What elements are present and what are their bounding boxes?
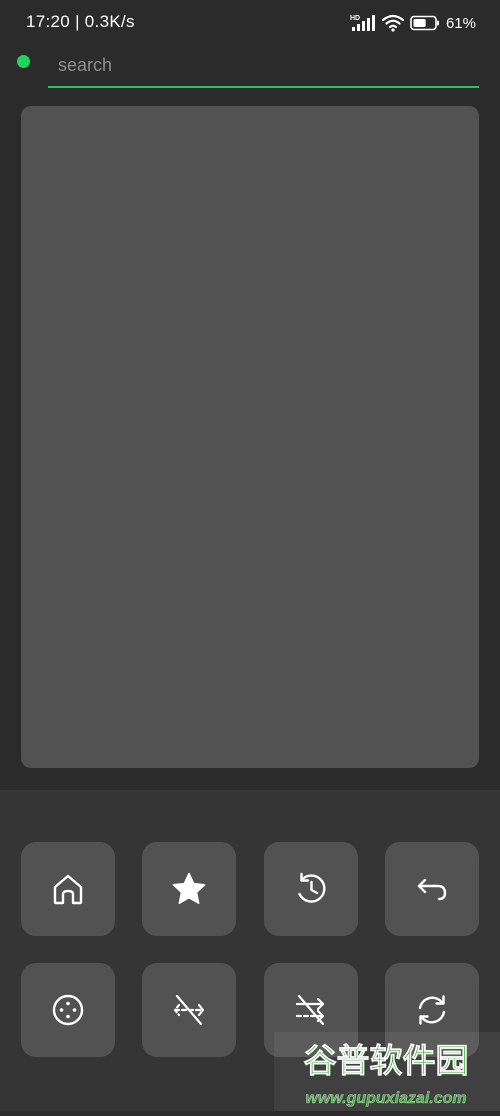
watermark-url: www.gupuxiazai.com <box>305 1090 466 1107</box>
back-arrow-icon <box>417 878 447 901</box>
dots-menu-icon <box>52 994 84 1026</box>
history-icon <box>297 872 326 903</box>
status-time-speed: 17:20 | 0.3K/s <box>26 12 135 31</box>
home-button[interactable] <box>21 842 115 936</box>
web-content-area[interactable] <box>21 106 479 768</box>
menu-button[interactable] <box>21 963 115 1057</box>
toolbar-grid <box>21 842 479 1057</box>
no-images-button[interactable] <box>142 963 237 1057</box>
battery-percent: 61% <box>445 14 476 32</box>
history-button[interactable] <box>263 842 358 936</box>
no-images-icon <box>174 994 205 1026</box>
signal-icon: HD <box>350 13 376 33</box>
star-icon <box>172 872 206 904</box>
battery-icon <box>410 15 440 31</box>
refresh-icon <box>418 995 446 1025</box>
bookmarks-button[interactable] <box>142 842 237 936</box>
wifi-icon <box>381 14 405 32</box>
status-bar: 17:20 | 0.3K/s HD 61% <box>0 0 500 44</box>
watermark-title: 谷普软件园 <box>304 1041 469 1080</box>
connection-status-dot <box>17 55 30 68</box>
status-icons: HD 61% <box>350 12 476 34</box>
watermark: 谷普软件园 www.gupuxiazai.com <box>274 1032 500 1111</box>
search-bar[interactable] <box>48 46 479 88</box>
back-button[interactable] <box>384 842 479 936</box>
network-label: HD <box>350 15 360 22</box>
search-input[interactable] <box>48 46 479 84</box>
no-ads-icon <box>295 994 324 1026</box>
home-icon <box>53 874 83 905</box>
